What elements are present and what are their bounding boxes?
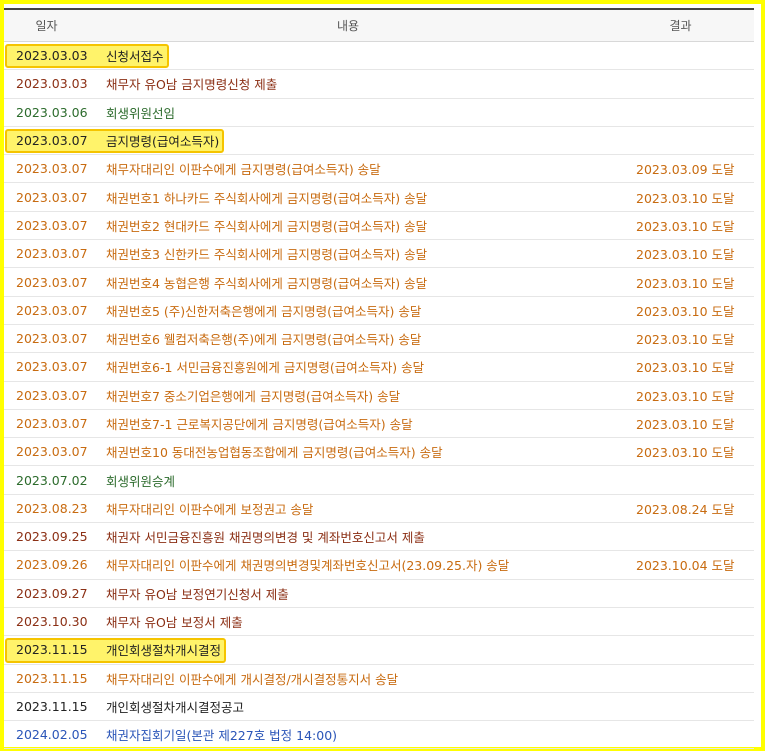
row-content: 채권번호6-1 서민금융진흥원에게 금지명령(급여소득자) 송달: [106, 360, 425, 376]
row-content: 채권번호2 현대카드 주식회사에게 금지명령(급여소득자) 송달: [106, 218, 428, 234]
row-date: 2023.07.02: [16, 472, 88, 488]
row-content: 금지명령(급여소득자): [106, 134, 220, 150]
table-row: 2023.03.07 채권번호7 중소기업은행에게 금지명령(급여소득자) 송달 2…: [4, 382, 754, 410]
row-date: 2023.03.07: [16, 217, 88, 233]
row-date: 2023.03.06: [16, 104, 88, 120]
row-date: 2023.08.23: [16, 500, 88, 516]
header-result: 결과: [669, 19, 692, 33]
header-date: 일자: [35, 19, 58, 33]
case-progress-panel: 일자 내용 결과 2023.03.03 신청서접수 2023.03.03 채무자 유O…: [4, 4, 761, 750]
row-content: 채권번호1 하나카드 주식회사에게 금지명령(급여소득자) 송달: [106, 190, 428, 206]
row-date: 2023.03.07: [16, 444, 88, 460]
case-progress-table: 일자 내용 결과 2023.03.03 신청서접수 2023.03.03 채무자 유O…: [4, 8, 754, 750]
row-content: 채무자대리인 이판수에게 채권명의변경및계좌번호신고서(23.09.25.자) …: [106, 558, 510, 574]
row-content: 신청서접수: [106, 49, 164, 65]
table-row: 2023.03.06 회생위원선임: [4, 99, 754, 127]
row-date: 2023.11.15: [16, 642, 88, 658]
table-row: 2023.11.15 채무자대리인 이판수에게 개시결정/개시결정통지서 송달: [4, 665, 754, 693]
table-row: 2023.03.07 채권번호10 동대전농업협동조합에게 금지명령(급여소득자)…: [4, 438, 754, 467]
row-date: 2023.03.07: [16, 133, 88, 149]
row-content: 채무자 유O남 보정연기신청서 제출: [106, 586, 289, 602]
row-content: 채무자대리인 이판수에게 개시결정/개시결정통지서 송달: [106, 671, 399, 687]
row-content: 채권번호4 농협은행 주식회사에게 금지명령(급여소득자) 송달: [106, 275, 428, 291]
row-content: 채권번호5 (주)신한저축은행에게 금지명령(급여소득자) 송달: [106, 303, 422, 319]
row-date: 2023.03.03: [16, 48, 88, 64]
table-row: 2023.11.15 개인회생절차개시결정공고: [4, 693, 754, 722]
row-date: 2023.03.07: [16, 246, 88, 262]
row-result: 2023.03.10 도달: [636, 332, 735, 348]
row-content: 채권번호7 중소기업은행에게 금지명령(급여소득자) 송달: [106, 388, 401, 404]
row-content: 채권번호7-1 근로복지공단에게 금지명령(급여소득자) 송달: [106, 417, 413, 432]
row-date: 2023.11.15: [16, 698, 88, 714]
row-date: 2023.03.07: [16, 359, 88, 375]
row-result: 2023.03.10 도달: [636, 303, 735, 319]
table-row: 2023.03.03 신청서접수: [4, 42, 754, 71]
table-row: 2023.03.07 채무자대리인 이판수에게 금지명령(급여소득자) 송달 202…: [4, 155, 754, 184]
row-content: 채권번호10 동대전농업협동조합에게 금지명령(급여소득자) 송달: [106, 445, 443, 461]
table-row: 2023.09.25 채권자 서민금융진흥원 채권명의변경 및 계좌번호신고서 제…: [4, 523, 754, 552]
row-content: 개인회생절차개시결정: [106, 643, 222, 659]
table-header: 일자 내용 결과: [4, 8, 754, 42]
table-row: 2023.03.07 채권번호1 하나카드 주식회사에게 금지명령(급여소득자) …: [4, 183, 754, 212]
row-result: 2023.03.09 도달: [636, 162, 735, 178]
table-row: 2023.11.15 개인회생절차개시결정: [4, 636, 754, 665]
row-content: 개인회생절차개시결정공고: [106, 699, 245, 715]
table-row: 2024.02.05 채권자집회기일(본관 제227호 법정 14:00): [4, 721, 754, 750]
row-content: 회생위원선임: [106, 105, 176, 121]
row-result: 2023.03.10 도달: [636, 275, 735, 291]
row-date: 2023.03.07: [16, 331, 88, 347]
table-row: 2023.03.07 채권번호6 웰컴저축은행(주)에게 금지명령(급여소득자) …: [4, 325, 754, 354]
table-row: 2023.03.07 채권번호6-1 서민금융진흥원에게 금지명령(급여소득자) …: [4, 353, 754, 382]
row-date: 2023.03.07: [16, 416, 88, 431]
table-row: 2023.07.02 회생위원승계: [4, 466, 754, 495]
row-date: 2023.10.30: [16, 614, 88, 630]
table-row: 2023.10.30 채무자 유O남 보정서 제출: [4, 608, 754, 637]
row-content: 채무자대리인 이판수에게 보정권고 송달: [106, 501, 314, 517]
row-content: 채권자집회기일(본관 제227호 법정 14:00): [106, 728, 338, 744]
row-result: 2023.08.24 도달: [636, 501, 735, 517]
row-result: 2023.03.10 도달: [636, 417, 735, 432]
row-content: 채권번호6 웰컴저축은행(주)에게 금지명령(급여소득자) 송달: [106, 332, 422, 348]
table-row: 2023.03.07 채권번호4 농협은행 주식회사에게 금지명령(급여소득자) …: [4, 268, 754, 297]
row-date: 2023.03.07: [16, 161, 88, 177]
table-body: 2023.03.03 신청서접수 2023.03.03 채무자 유O남 금지명령신청 …: [4, 42, 754, 750]
row-content: 회생위원승계: [106, 473, 176, 489]
row-content: 채무자 유O남 보정서 제출: [106, 615, 243, 631]
row-result: 2023.03.10 도달: [636, 218, 735, 234]
row-content: 채무자 유O남 금지명령신청 제출: [106, 77, 278, 93]
row-result: 2023.03.10 도달: [636, 190, 735, 206]
table-row: 2023.03.07 채권번호3 신한카드 주식회사에게 금지명령(급여소득자) …: [4, 240, 754, 269]
row-date: 2023.11.15: [16, 670, 88, 686]
row-date: 2023.09.25: [16, 529, 88, 545]
row-date: 2023.03.03: [16, 76, 88, 92]
table-row: 2023.03.07 채권번호7-1 근로복지공단에게 금지명령(급여소득자) 송…: [4, 410, 754, 439]
table-row: 2023.09.27 채무자 유O남 보정연기신청서 제출: [4, 580, 754, 608]
row-result: 2023.03.10 도달: [636, 445, 735, 461]
row-content: 채권자 서민금융진흥원 채권명의변경 및 계좌번호신고서 제출: [106, 530, 425, 546]
row-result: 2023.03.10 도달: [636, 360, 735, 376]
row-result: 2023.10.04 도달: [636, 558, 735, 574]
row-result: 2023.03.10 도달: [636, 247, 735, 263]
row-date: 2023.03.07: [16, 302, 88, 318]
row-date: 2023.09.27: [16, 585, 88, 601]
row-date: 2023.03.07: [16, 274, 88, 290]
row-date: 2023.03.07: [16, 387, 88, 403]
row-result: 2023.03.10 도달: [636, 388, 735, 404]
table-row: 2023.03.07 금지명령(급여소득자): [4, 127, 754, 156]
table-row: 2023.08.23 채무자대리인 이판수에게 보정권고 송달 2023.08.24…: [4, 495, 754, 524]
table-row: 2023.03.03 채무자 유O남 금지명령신청 제출: [4, 70, 754, 99]
header-content: 내용: [336, 19, 360, 33]
row-date: 2023.03.07: [16, 189, 88, 205]
table-row: 2023.03.07 채권번호5 (주)신한저축은행에게 금지명령(급여소득자) …: [4, 297, 754, 325]
row-date: 2023.09.26: [16, 557, 88, 573]
row-date: 2024.02.05: [16, 727, 88, 743]
table-row: 2023.03.07 채권번호2 현대카드 주식회사에게 금지명령(급여소득자) …: [4, 212, 754, 241]
table-row: 2023.09.26 채무자대리인 이판수에게 채권명의변경및계좌번호신고서(23…: [4, 551, 754, 580]
row-content: 채무자대리인 이판수에게 금지명령(급여소득자) 송달: [106, 162, 381, 178]
row-content: 채권번호3 신한카드 주식회사에게 금지명령(급여소득자) 송달: [106, 247, 428, 263]
